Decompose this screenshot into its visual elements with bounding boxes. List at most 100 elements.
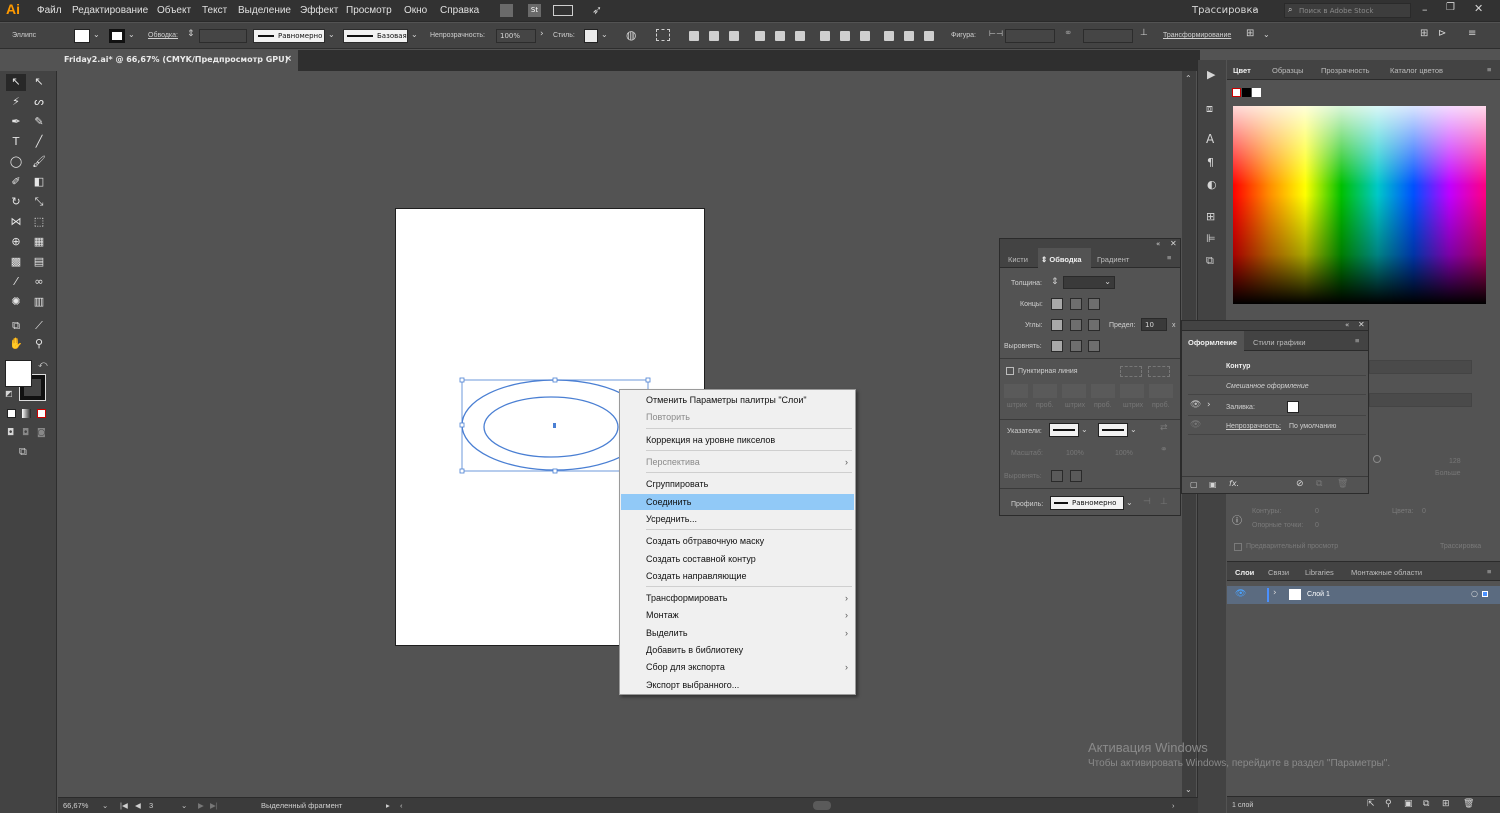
- pathfinder-panel-icon[interactable]: ⧉: [1206, 254, 1214, 268]
- graph-tool-icon[interactable]: ▥: [32, 295, 46, 309]
- add-stroke-icon[interactable]: ▢: [1190, 480, 1198, 489]
- delete-item-icon[interactable]: 🗑: [1337, 479, 1348, 489]
- align-left-icon[interactable]: [689, 31, 699, 41]
- distribute-left-icon[interactable]: [884, 31, 894, 41]
- target-icon[interactable]: ○: [1471, 589, 1478, 598]
- scroll-up-icon[interactable]: ⌃: [1185, 74, 1192, 83]
- delete-layer-icon[interactable]: 🗑: [1463, 799, 1474, 809]
- profile-chevron-icon[interactable]: ⌄: [1126, 498, 1133, 507]
- handle-bl[interactable]: [459, 468, 465, 474]
- round-cap-button[interactable]: [1070, 298, 1082, 310]
- tab-swatches[interactable]: Образцы: [1272, 66, 1304, 75]
- align-top-icon[interactable]: [755, 31, 765, 41]
- locate-object-icon[interactable]: ⚲: [1385, 799, 1392, 809]
- black-swatch[interactable]: [1242, 88, 1251, 97]
- line-tool-icon[interactable]: ╱: [32, 135, 46, 149]
- menu-view[interactable]: Просмотр: [346, 5, 392, 16]
- draw-normal-icon[interactable]: ◘: [7, 428, 14, 438]
- panel-menu-icon[interactable]: ≡: [1487, 65, 1491, 74]
- blend-tool-icon[interactable]: ∞: [32, 275, 46, 289]
- scroll-down-icon[interactable]: ⌄: [1185, 785, 1192, 794]
- menu-make-guides[interactable]: Создать направляющие: [621, 568, 854, 584]
- align-to-selection-icon[interactable]: [656, 29, 670, 41]
- color-mode-icon[interactable]: [7, 409, 16, 418]
- trace-button[interactable]: Трассировка: [1440, 543, 1481, 550]
- none-mode-icon[interactable]: [37, 409, 46, 418]
- clear-appearance-icon[interactable]: ⊘: [1296, 479, 1304, 489]
- end-arrow-chevron-icon[interactable]: ⌄: [1130, 425, 1137, 434]
- eyedropper-icon[interactable]: ⁄: [9, 275, 23, 289]
- layer-name[interactable]: Слой 1: [1307, 591, 1330, 598]
- tab-links[interactable]: Связи: [1268, 568, 1289, 577]
- status-menu-icon[interactable]: ▸: [386, 801, 390, 810]
- arrange-documents-icon[interactable]: [553, 5, 573, 16]
- miter-join-button[interactable]: [1051, 319, 1063, 331]
- prev-artboard-icon[interactable]: ◀: [135, 801, 141, 810]
- align-vcenter-icon[interactable]: [775, 31, 785, 41]
- menu-select[interactable]: Выделение: [238, 5, 291, 16]
- default-colors-icon[interactable]: ◩: [5, 389, 13, 398]
- draw-behind-icon[interactable]: ◘: [22, 428, 29, 438]
- transform-chevron-icon[interactable]: ⌄: [1263, 30, 1270, 39]
- flip-along-icon[interactable]: ⊣: [1143, 497, 1151, 507]
- expand-chevron-icon[interactable]: ›: [1273, 588, 1277, 598]
- magic-wand-icon[interactable]: ⚡: [9, 95, 23, 109]
- bevel-join-button[interactable]: [1088, 319, 1100, 331]
- opentype-panel-icon[interactable]: ◐: [1207, 178, 1217, 191]
- butt-cap-button[interactable]: [1051, 298, 1063, 310]
- curvature-tool-icon[interactable]: ✎: [32, 115, 46, 129]
- align-panel-icon[interactable]: ⊞: [1206, 210, 1215, 223]
- close-tab-icon[interactable]: ×: [284, 54, 292, 64]
- tab-gradient[interactable]: Градиент: [1097, 255, 1129, 264]
- selection-tool-icon[interactable]: ↖: [9, 75, 23, 89]
- handle-tl[interactable]: [459, 377, 465, 383]
- tab-color[interactable]: Цвет: [1233, 66, 1251, 75]
- distribute-hcenter-icon[interactable]: [904, 31, 914, 41]
- color-spectrum[interactable]: [1233, 106, 1486, 304]
- align-outside-stroke-button[interactable]: [1088, 340, 1100, 352]
- visibility-eye-icon[interactable]: 👁: [1235, 589, 1246, 599]
- shape-width-input[interactable]: [1005, 29, 1055, 43]
- scale-tool-icon[interactable]: ⤡: [32, 195, 46, 209]
- stroke-label[interactable]: Обводка:: [148, 32, 178, 39]
- distribute-top-icon[interactable]: [820, 31, 830, 41]
- menu-undo-layers-options[interactable]: Отменить Параметры палитры "Слои": [621, 392, 854, 408]
- swap-colors-icon[interactable]: ⤺: [38, 360, 48, 370]
- link-scale-icon[interactable]: ⚭: [1160, 445, 1168, 455]
- new-layer-icon[interactable]: ⊞: [1442, 799, 1450, 809]
- width-tool-icon[interactable]: ⋈: [9, 215, 23, 229]
- start-arrowhead[interactable]: [1049, 423, 1079, 437]
- expand-chevron-icon[interactable]: ›: [1207, 400, 1211, 410]
- restore-icon[interactable]: ❐: [1446, 2, 1455, 13]
- opacity-row[interactable]: 👁 Непрозрачность: По умолчанию: [1188, 419, 1366, 435]
- weight-stepper[interactable]: ⇕: [1051, 277, 1059, 287]
- panel-menu-icon[interactable]: ≡: [1487, 567, 1491, 576]
- collapse-panel-icon[interactable]: «: [1345, 321, 1349, 329]
- perspective-grid-icon[interactable]: ▦: [32, 235, 46, 249]
- control-menu-icon[interactable]: ≡: [1468, 28, 1476, 39]
- last-artboard-icon[interactable]: ▶|: [210, 801, 218, 810]
- zoom-level[interactable]: 66,67%: [63, 801, 88, 810]
- collapse-panel-icon[interactable]: «: [1156, 240, 1160, 248]
- document-tab[interactable]: Friday2.ai* @ 66,67% (CMYK/Предпросмотр …: [58, 50, 298, 71]
- profile-chevron-icon[interactable]: ⌄: [328, 30, 335, 39]
- stock-icon[interactable]: St: [528, 4, 541, 17]
- menu-collect-for-export[interactable]: Сбор для экспорта ›: [621, 659, 854, 675]
- align-right-icon[interactable]: [729, 31, 739, 41]
- end-arrowhead[interactable]: [1098, 423, 1128, 437]
- round-join-button[interactable]: [1070, 319, 1082, 331]
- symbol-sprayer-icon[interactable]: ✺: [9, 295, 23, 309]
- menu-select[interactable]: Выделить ›: [621, 625, 854, 641]
- align-bottom-icon[interactable]: [795, 31, 805, 41]
- paintbrush-icon[interactable]: 🖌: [32, 155, 46, 169]
- close-panel-icon[interactable]: ✕: [1358, 320, 1365, 329]
- miter-limit-input[interactable]: 10: [1141, 318, 1167, 331]
- fill-chevron-icon[interactable]: ⌄: [93, 30, 100, 39]
- transform-options-icon[interactable]: ⊞: [1246, 28, 1254, 39]
- mesh-tool-icon[interactable]: ▩: [9, 255, 23, 269]
- bridge-icon[interactable]: [500, 4, 513, 17]
- export-icon[interactable]: ⇱: [1367, 799, 1375, 809]
- menu-group[interactable]: Сгруппировать: [621, 476, 854, 492]
- flip-across-icon[interactable]: ⊥: [1160, 497, 1168, 507]
- white-swatch[interactable]: [1252, 88, 1261, 97]
